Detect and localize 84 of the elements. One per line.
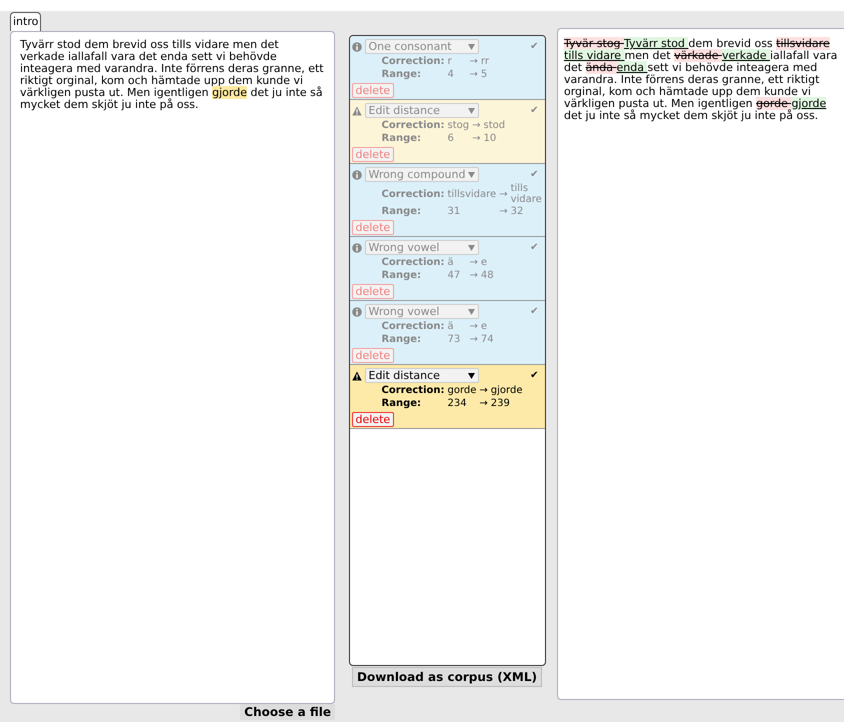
correction-from: ä xyxy=(448,320,455,333)
correction-from: ä xyxy=(448,256,455,269)
range-label: Range: xyxy=(382,397,422,410)
correction-to: rr xyxy=(480,56,489,67)
delete-button[interactable]: delete xyxy=(352,147,394,162)
correction-from: stog xyxy=(448,119,470,132)
correction-to: stod xyxy=(484,120,506,131)
correction-to: gjorde xyxy=(490,385,522,396)
caret-icon xyxy=(468,108,474,114)
info-icon xyxy=(352,242,362,252)
delete-button[interactable]: delete xyxy=(352,83,394,98)
type-dropdown[interactable]: Edit distance xyxy=(364,103,478,118)
range-start: 234 xyxy=(448,397,468,410)
correction-from: gorde xyxy=(448,384,478,397)
correction-label: Correction: xyxy=(382,256,446,269)
arrow-text: → xyxy=(499,205,508,218)
range-label: Range: xyxy=(382,333,422,346)
type-dropdown[interactable]: Wrong compound xyxy=(364,167,478,182)
correction-label: Correction: xyxy=(382,188,446,200)
choose-file-button[interactable]: Choose a file xyxy=(240,704,335,720)
check-mark[interactable]: ✔ xyxy=(530,168,538,181)
source-text: Tyvärr stod dem brevid oss tills vidare men det verkade iallafall vara det enda sett vi behövde inteagera med varandra. Inte förrens deras granne, ett riktigt orginal, kom och hämtade upp dem kunde vi värkligen pusta ut. Men igentligen gjorde det ju inte så mycket dem skjöt ju inte på oss. xyxy=(20,39,325,111)
arrow-text: → xyxy=(470,269,478,282)
source-text-panel[interactable] xyxy=(10,31,335,704)
intro-tab[interactable]: intro xyxy=(10,12,42,31)
range-label: Range: xyxy=(382,205,422,218)
type-dropdown[interactable]: Wrong vowel xyxy=(364,240,478,255)
range-start: 6 xyxy=(448,132,455,145)
caret-icon xyxy=(468,308,474,314)
arrow-text: → xyxy=(472,132,480,145)
caret-icon xyxy=(468,372,474,378)
check-mark[interactable]: ✔ xyxy=(530,305,538,318)
range-label: Range: xyxy=(382,68,422,81)
caret-icon xyxy=(468,244,474,250)
arrow-text: → xyxy=(470,256,478,269)
type-dropdown[interactable]: Wrong vowel xyxy=(364,304,478,319)
correction-to: e xyxy=(480,257,488,268)
range-end: 5 xyxy=(480,68,488,81)
caret-icon xyxy=(468,44,474,50)
arrow-text: → xyxy=(470,55,478,68)
range-start: 4 xyxy=(448,68,455,81)
range-start: 73 xyxy=(448,333,462,346)
correction-label: Correction: xyxy=(382,55,446,68)
correction-to: tills vidare xyxy=(510,183,542,205)
delete-button[interactable]: delete xyxy=(352,348,394,363)
warning-icon xyxy=(352,106,362,116)
delete-button[interactable]: delete xyxy=(352,220,394,235)
correction-from: tillsvidare xyxy=(448,188,498,200)
range-end: 32 xyxy=(510,205,524,218)
type-dropdown[interactable]: Edit distance xyxy=(364,368,478,383)
arrow-text: → xyxy=(470,320,478,333)
warning-icon xyxy=(352,370,362,380)
delete-button[interactable]: delete xyxy=(352,284,394,299)
correction-label: Correction: xyxy=(382,320,446,333)
check-mark[interactable]: ✔ xyxy=(530,104,538,117)
correction-label: Correction: xyxy=(382,384,446,397)
range-label: Range: xyxy=(382,269,422,282)
check-mark[interactable]: ✔ xyxy=(530,369,538,382)
range-end: 239 xyxy=(490,397,510,410)
correction-to: e xyxy=(480,321,488,332)
arrow-text: → xyxy=(479,397,488,410)
download-button[interactable]: Download as corpus (XML) xyxy=(352,667,542,687)
check-mark[interactable]: ✔ xyxy=(530,40,538,53)
arrow-text: → xyxy=(470,333,478,346)
caret-icon xyxy=(468,172,474,178)
arrow-text: → xyxy=(472,119,480,132)
range-label: Range: xyxy=(382,132,422,145)
correction-from: r xyxy=(448,55,453,68)
diff-text: Tyvär stog Tyvärr stod dem brevid oss tillsvidare tills vidare men det värkade verkade iallafall vara det ända enda sett vi behövde inteagera med varandra. Inte förrens deras granne, ett riktigt orginal, kom och hämtade upp dem kunde vi värkligen pusta ut. Men igentligen gorde gjorde det ju inte så mycket dem skjöt ju inte på oss. xyxy=(564,38,838,122)
check-mark[interactable]: ✔ xyxy=(530,241,538,254)
correction-label: Correction: xyxy=(382,119,446,132)
type-dropdown[interactable]: One consonant xyxy=(364,39,478,54)
range-end: 48 xyxy=(480,269,494,282)
info-icon xyxy=(352,42,362,52)
range-end: 10 xyxy=(484,132,496,145)
range-end: 74 xyxy=(480,333,494,346)
arrow-text: → xyxy=(479,384,488,397)
delete-button[interactable]: delete xyxy=(352,412,394,427)
arrow-text: → xyxy=(470,68,478,81)
arrow-text: → xyxy=(499,188,508,200)
info-icon xyxy=(352,306,362,316)
range-start: 31 xyxy=(448,205,462,218)
info-icon xyxy=(352,170,362,180)
range-start: 47 xyxy=(448,269,462,282)
